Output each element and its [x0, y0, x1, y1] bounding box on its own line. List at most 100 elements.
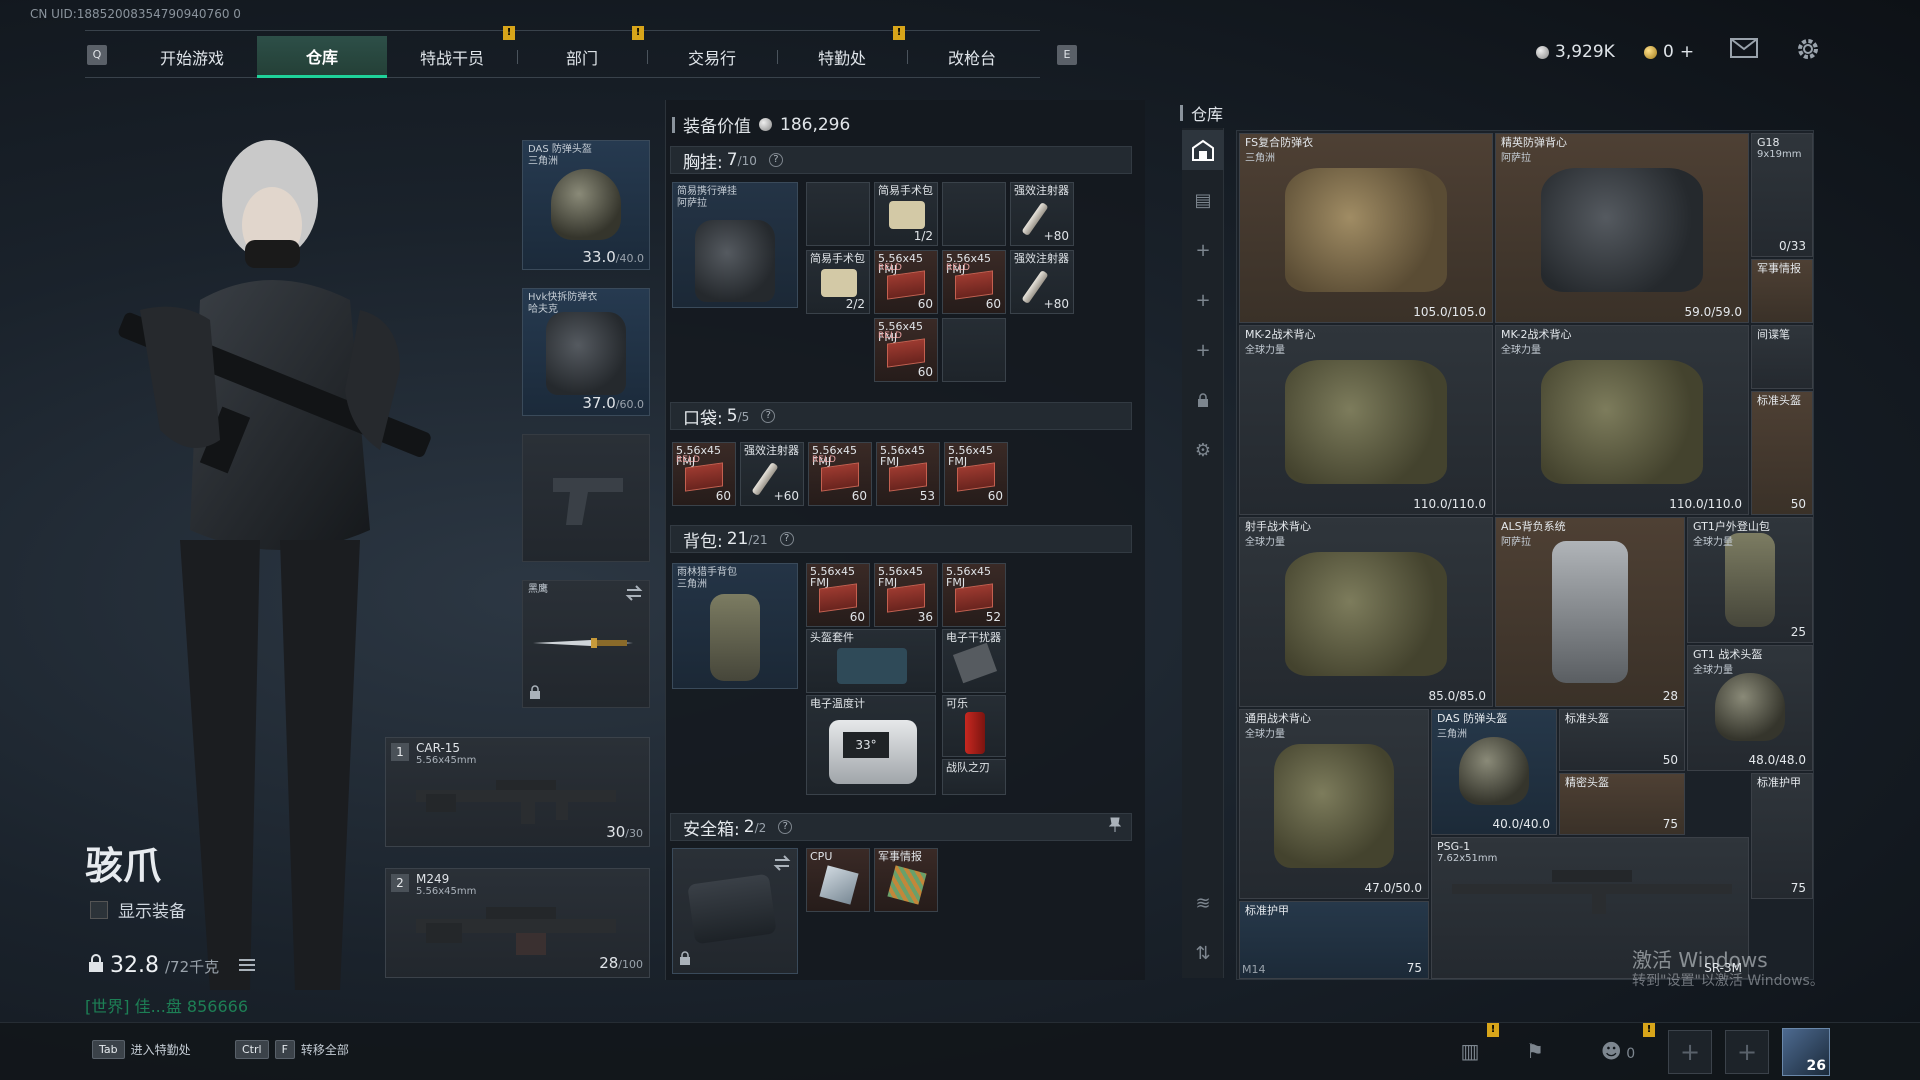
warehouse-item[interactable]: 标准头盔 50	[1751, 391, 1813, 515]
help-icon[interactable]: ?	[778, 820, 793, 834]
warehouse-item[interactable]: 精英防弹背心 阿萨拉 59.0/59.0	[1495, 133, 1749, 323]
add-icon[interactable]: +	[1182, 330, 1224, 370]
tab-gunsmith[interactable]: 改枪台	[907, 36, 1037, 78]
warehouse-item[interactable]: 间谍笔	[1751, 325, 1813, 389]
swap-icon[interactable]	[625, 585, 643, 605]
inventory-item[interactable]: 5.56x45 FMJ 52	[942, 563, 1006, 627]
friends-button[interactable]: ☻ 0	[1588, 1036, 1648, 1066]
inventory-item[interactable]: 军事情报	[874, 848, 938, 912]
warehouse-item[interactable]: GT1 战术头盔 全球力量 48.0/48.0	[1687, 645, 1813, 771]
primary-weapon-slot-2[interactable]: 2 M249 5.56x45mm 28/100	[385, 868, 650, 978]
inventory-item[interactable]: 电子干扰器	[942, 629, 1006, 693]
warehouse-item[interactable]: GT1户外登山包 全球力量 25	[1687, 517, 1813, 643]
inventory-item[interactable]: CPU	[806, 848, 870, 912]
player-avatar[interactable]: 26	[1782, 1028, 1830, 1076]
gear-icon[interactable]	[1795, 36, 1821, 68]
backpack-image	[710, 593, 760, 681]
world-chat-message[interactable]: [世界] 佳...盘 856666	[85, 993, 248, 1017]
inventory-item[interactable]: 5.56x45 FMJ RELD 60	[808, 442, 872, 506]
melee-slot[interactable]: 黑鹰	[522, 580, 650, 708]
help-icon[interactable]: ?	[768, 153, 783, 167]
stats-icon[interactable]: ▥	[1455, 1036, 1485, 1066]
add-squad-slot[interactable]: +	[1725, 1030, 1769, 1074]
tab-warehouse[interactable]: 仓库	[257, 36, 387, 78]
gold-add-button[interactable]: +	[1680, 42, 1694, 62]
warehouse-item[interactable]: MK-2战术背心 全球力量 110.0/110.0	[1239, 325, 1493, 515]
tab-start-game[interactable]: 开始游戏	[127, 36, 257, 78]
silver-coin-icon	[1536, 45, 1549, 59]
add-icon[interactable]: +	[1182, 230, 1224, 270]
chest-rig-empty-slot[interactable]	[942, 318, 1006, 382]
tab-special-ops[interactable]: 特勤处	[777, 36, 907, 78]
gold-currency[interactable]: 0 +	[1644, 42, 1694, 62]
show-equipment-checkbox[interactable]	[90, 900, 108, 919]
warehouse-item[interactable]: 军事情报	[1751, 259, 1813, 323]
chest-rig-empty-slot[interactable]	[806, 182, 870, 246]
item-name: GT1 战术头盔	[1693, 648, 1763, 661]
inventory-item[interactable]: 强效注射器 +80	[1010, 182, 1074, 246]
add-squad-slot[interactable]: +	[1668, 1030, 1712, 1074]
inventory-item[interactable]: 头盔套件	[806, 629, 936, 693]
gear-icon[interactable]: ⚙	[1182, 430, 1224, 470]
enter-special-ops-hint[interactable]: Tab 进入特勤处	[92, 1040, 191, 1059]
warehouse-item[interactable]: 标准护甲 75	[1751, 773, 1813, 899]
backpack-item[interactable]: 雨林猎手背包 三角洲	[672, 563, 798, 689]
inventory-item[interactable]: 强效注射器 +60	[740, 442, 804, 506]
inventory-item[interactable]: 5.56x45 FMJ RELD 60	[672, 442, 736, 506]
warehouse-item[interactable]: G18 9x19mm 0/33	[1751, 133, 1813, 257]
layers-icon[interactable]: ≋	[1182, 883, 1224, 923]
warehouse-item[interactable]: 标准护甲 75 M14	[1239, 901, 1429, 979]
flag-icon[interactable]: ⚑	[1520, 1036, 1550, 1066]
chest-rig-item[interactable]: 简易携行弹挂 阿萨拉	[672, 182, 798, 308]
inventory-item[interactable]: 5.56x45 FMJ 60	[944, 442, 1008, 506]
inventory-item[interactable]: 战队之刃	[942, 759, 1006, 795]
help-icon[interactable]: ?	[761, 409, 776, 423]
warehouse-item[interactable]: MK-2战术背心 全球力量 110.0/110.0	[1495, 325, 1749, 515]
help-icon[interactable]: ?	[779, 532, 794, 546]
lock-icon[interactable]	[1182, 380, 1224, 420]
inventory-item[interactable]: 强效注射器 +80	[1010, 250, 1074, 314]
inventory-item[interactable]: 简易手术包 2/2	[806, 250, 870, 314]
tab-department[interactable]: 部门	[517, 36, 647, 78]
item-durability: 105.0/105.0	[1413, 305, 1486, 319]
inventory-item[interactable]: 5.56x45 FMJ RELD 60	[942, 250, 1006, 314]
inventory-item[interactable]: 5.56x45 FMJ 60	[806, 563, 870, 627]
mail-icon[interactable]	[1730, 38, 1758, 64]
warehouse-item[interactable]: 射手战术背心 全球力量 85.0/85.0	[1239, 517, 1493, 707]
add-icon[interactable]: +	[1182, 280, 1224, 320]
inventory-item[interactable]: 可乐	[942, 695, 1006, 757]
inventory-item[interactable]: 5.56x45 FMJ 36	[874, 563, 938, 627]
primary-weapon-slot-1[interactable]: 1 CAR-15 5.56x45mm 30/30	[385, 737, 650, 847]
inventory-item[interactable]: 5.56x45 FMJ RELD 60	[874, 250, 938, 314]
warehouse-item[interactable]: FS复合防弹衣 三角洲 105.0/105.0	[1239, 133, 1493, 323]
pin-icon[interactable]	[1108, 817, 1122, 838]
swap-icon[interactable]	[773, 855, 791, 875]
warehouse-item[interactable]: ALS背负系统 阿萨拉 28	[1495, 517, 1685, 707]
tab-operators[interactable]: 特战干员	[387, 36, 517, 78]
helmet-slot[interactable]: DAS 防弹头盔 三角洲 33.0/40.0	[522, 140, 650, 270]
silver-currency[interactable]: 3,929K	[1536, 42, 1615, 62]
warehouse-item[interactable]: 精密头盔 75	[1559, 773, 1685, 835]
helmet-name: DAS 防弹头盔	[528, 144, 592, 155]
chest-rig-empty-slot[interactable]	[942, 182, 1006, 246]
safe-box-container[interactable]	[672, 848, 798, 974]
item-durability: 110.0/110.0	[1669, 497, 1742, 511]
warehouse-item[interactable]: DAS 防弹头盔 三角洲 40.0/40.0	[1431, 709, 1557, 835]
key-tab: Tab	[92, 1040, 125, 1059]
transfer-all-hint[interactable]: Ctrl F 转移全部	[235, 1040, 349, 1059]
inventory-item[interactable]: 电子温度计 33°	[806, 695, 936, 795]
list-icon[interactable]	[239, 953, 256, 978]
warehouse-icon[interactable]	[1182, 130, 1224, 170]
gold-amount: 0	[1663, 42, 1674, 62]
pistol-slot-empty[interactable]	[522, 434, 650, 562]
show-equipment-toggle[interactable]: 显示装备	[90, 897, 186, 922]
inventory-item[interactable]: 5.56x45 FMJ 53	[876, 442, 940, 506]
pouch-icon[interactable]: ▤	[1182, 180, 1224, 220]
warehouse-item[interactable]: 通用战术背心 全球力量 47.0/50.0	[1239, 709, 1429, 899]
inventory-item[interactable]: 5.56x45 FMJ RELD 60	[874, 318, 938, 382]
armor-slot[interactable]: Hvk快拆防弹衣 哈夫克 37.0/60.0	[522, 288, 650, 416]
tab-trading[interactable]: 交易行	[647, 36, 777, 78]
warehouse-item[interactable]: 标准头盔 50	[1559, 709, 1685, 771]
sort-icon[interactable]: ⇅	[1182, 933, 1224, 973]
inventory-item[interactable]: 简易手术包 1/2	[874, 182, 938, 246]
